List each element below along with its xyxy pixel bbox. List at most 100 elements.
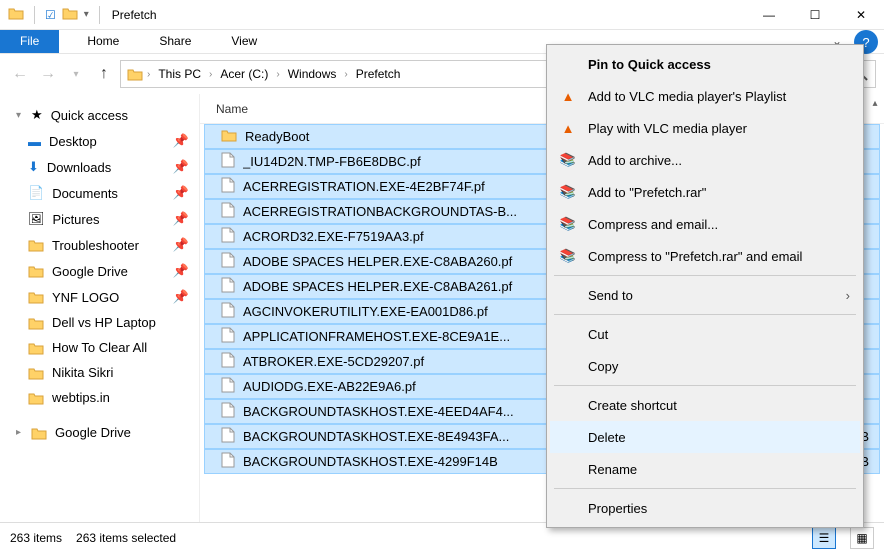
- pin-icon: 📌: [173, 211, 189, 227]
- archive-icon: 📚: [558, 215, 578, 233]
- file-icon: [221, 327, 235, 346]
- window-title: Prefetch: [112, 8, 746, 22]
- file-icon: [221, 352, 235, 371]
- sidebar-item[interactable]: YNF LOGO📌: [4, 284, 195, 310]
- star-icon: ★: [31, 107, 43, 123]
- ctx-add-rar[interactable]: 📚Add to "Prefetch.rar": [550, 176, 860, 208]
- ctx-properties[interactable]: Properties: [550, 492, 860, 524]
- tab-view[interactable]: View: [211, 30, 277, 53]
- sidebar-item[interactable]: Google Drive📌: [4, 258, 195, 284]
- forward-button[interactable]: →: [36, 62, 60, 86]
- sidebar-item[interactable]: Troubleshooter📌: [4, 232, 195, 258]
- archive-icon: 📚: [558, 183, 578, 201]
- downloads-icon: ⬇: [28, 159, 39, 175]
- folder-icon-small: [62, 6, 78, 23]
- pin-icon: 📌: [173, 289, 189, 305]
- file-icon: [221, 452, 235, 471]
- sidebar-item-documents[interactable]: 📄Documents📌: [4, 180, 195, 206]
- ctx-compress-email[interactable]: 📚Compress and email...: [550, 208, 860, 240]
- chevron-right-icon[interactable]: ▸: [16, 427, 21, 438]
- sidebar-item[interactable]: Dell vs HP Laptop: [4, 310, 195, 335]
- sidebar-item-downloads[interactable]: ⬇Downloads📌: [4, 154, 195, 180]
- qat-dropdown-icon[interactable]: ▾: [84, 9, 89, 20]
- col-name[interactable]: Name: [216, 102, 536, 116]
- folder-icon: [28, 316, 44, 330]
- sidebar-item-pictures[interactable]: 🖼Pictures📌: [4, 206, 195, 232]
- folder-icon: [127, 67, 143, 81]
- file-icon: [221, 427, 235, 446]
- pin-icon: 📌: [173, 133, 189, 149]
- file-icon: [221, 152, 235, 171]
- ctx-cut[interactable]: Cut: [550, 318, 860, 350]
- up-button[interactable]: ↑: [92, 62, 116, 86]
- sidebar-item[interactable]: webtips.in: [4, 385, 195, 410]
- pin-icon: 📌: [173, 237, 189, 253]
- pin-icon: 📌: [173, 159, 189, 175]
- recent-dropdown[interactable]: ▾: [64, 62, 88, 86]
- status-items: 263 items: [10, 531, 62, 545]
- folder-icon: [8, 6, 24, 23]
- sidebar-quick-access[interactable]: ▾ ★ Quick access: [4, 102, 195, 128]
- context-menu: Pin to Quick access ▲Add to VLC media pl…: [546, 44, 864, 528]
- sidebar-google-drive[interactable]: ▸Google Drive: [4, 420, 195, 445]
- folder-icon: [28, 238, 44, 252]
- folder-icon: [28, 341, 44, 355]
- folder-icon: [221, 128, 237, 145]
- ctx-vlc-playlist[interactable]: ▲Add to VLC media player's Playlist: [550, 80, 860, 112]
- folder-icon: [28, 264, 44, 278]
- ctx-delete[interactable]: Delete: [550, 421, 860, 453]
- crumb-prefetch[interactable]: Prefetch: [352, 65, 405, 83]
- chevron-right-icon[interactable]: ›: [209, 69, 212, 80]
- file-icon: [221, 277, 235, 296]
- chevron-right-icon[interactable]: ›: [276, 69, 279, 80]
- archive-icon: 📚: [558, 151, 578, 169]
- vlc-icon: ▲: [558, 119, 578, 137]
- close-button[interactable]: ✕: [838, 0, 884, 30]
- crumb-this-pc[interactable]: This PC: [154, 65, 205, 83]
- status-selected: 263 items selected: [76, 531, 176, 545]
- minimize-button[interactable]: —: [746, 0, 792, 30]
- crumb-windows[interactable]: Windows: [284, 65, 341, 83]
- archive-icon: 📚: [558, 247, 578, 265]
- ctx-create-shortcut[interactable]: Create shortcut: [550, 389, 860, 421]
- tab-share[interactable]: Share: [139, 30, 211, 53]
- desktop-icon: ▬: [28, 134, 41, 149]
- folder-icon: [28, 366, 44, 380]
- chevron-down-icon[interactable]: ▾: [16, 110, 21, 121]
- title-bar: ☑ ▾ Prefetch — ☐ ✕: [0, 0, 884, 30]
- view-icons-button[interactable]: ▦: [850, 527, 874, 549]
- file-icon: [221, 252, 235, 271]
- file-icon: [221, 402, 235, 421]
- tab-file[interactable]: File: [0, 30, 59, 53]
- ctx-add-archive[interactable]: 📚Add to archive...: [550, 144, 860, 176]
- ctx-compress-rar-email[interactable]: 📚Compress to "Prefetch.rar" and email: [550, 240, 860, 272]
- ctx-send-to[interactable]: Send to›: [550, 279, 860, 311]
- folder-icon: [31, 426, 47, 440]
- file-icon: [221, 377, 235, 396]
- view-details-button[interactable]: ☰: [812, 527, 836, 549]
- sidebar-item[interactable]: Nikita Sikri: [4, 360, 195, 385]
- ctx-rename[interactable]: Rename: [550, 453, 860, 485]
- tab-home[interactable]: Home: [67, 30, 139, 53]
- file-icon: [221, 202, 235, 221]
- ctx-pin[interactable]: Pin to Quick access: [550, 48, 860, 80]
- maximize-button[interactable]: ☐: [792, 0, 838, 30]
- file-icon: [221, 177, 235, 196]
- chevron-right-icon[interactable]: ›: [147, 69, 150, 80]
- ctx-copy[interactable]: Copy: [550, 350, 860, 382]
- back-button[interactable]: ←: [8, 62, 32, 86]
- sidebar-item-desktop[interactable]: ▬Desktop📌: [4, 128, 195, 154]
- documents-icon: 📄: [28, 185, 44, 201]
- sidebar: ▾ ★ Quick access ▬Desktop📌 ⬇Downloads📌 📄…: [0, 94, 200, 522]
- scroll-up-icon[interactable]: ▴: [868, 96, 882, 110]
- ctx-vlc-play[interactable]: ▲Play with VLC media player: [550, 112, 860, 144]
- pin-icon: 📌: [173, 185, 189, 201]
- folder-icon: [28, 391, 44, 405]
- crumb-drive[interactable]: Acer (C:): [216, 65, 272, 83]
- file-icon: [221, 227, 235, 246]
- chevron-right-icon[interactable]: ›: [344, 69, 347, 80]
- chevron-right-icon: ›: [846, 288, 850, 303]
- vlc-icon: ▲: [558, 87, 578, 105]
- sidebar-item[interactable]: How To Clear All: [4, 335, 195, 360]
- qat-check-icon[interactable]: ☑: [45, 8, 56, 22]
